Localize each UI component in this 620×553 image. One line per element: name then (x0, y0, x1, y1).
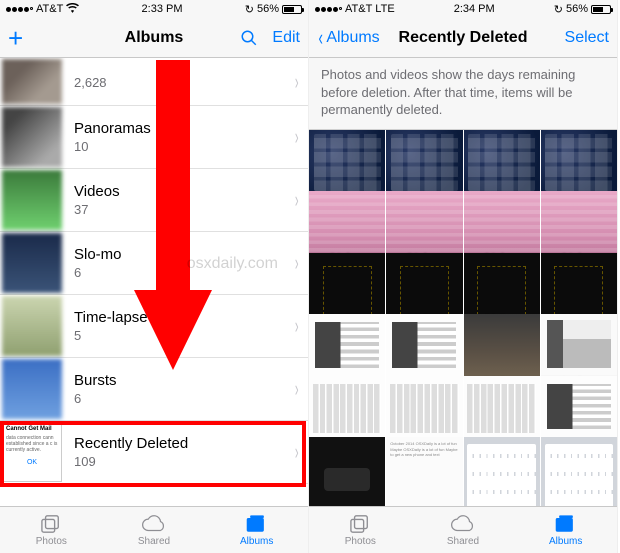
album-name: Slo-mo (74, 246, 293, 263)
photo-cell[interactable] (541, 437, 617, 506)
rotation-lock-icon: ↻ (554, 3, 563, 16)
battery-percent: 56% (566, 3, 588, 15)
tab-label: Photos (36, 536, 67, 547)
tab-albums[interactable]: Albums (514, 507, 617, 553)
cloud-icon (450, 513, 476, 535)
album-row[interactable]: Time-lapse 5 › (0, 295, 308, 358)
album-name: Videos (74, 183, 293, 200)
photo-cell[interactable] (464, 437, 540, 506)
chevron-right-icon: › (295, 376, 299, 402)
album-name: Panoramas (74, 120, 293, 137)
tab-shared[interactable]: Shared (412, 507, 515, 553)
album-count: 109 (74, 454, 293, 469)
tab-albums[interactable]: Albums (205, 507, 308, 553)
tab-label: Albums (240, 536, 273, 547)
chevron-right-icon: › (295, 313, 299, 339)
album-row[interactable]: Slo-mo 6 › (0, 232, 308, 295)
album-count: 2,628 (74, 75, 293, 90)
tab-label: Albums (549, 536, 582, 547)
edit-button[interactable]: Edit (272, 29, 300, 47)
album-thumbnail (2, 107, 62, 167)
photo-grid[interactable]: 26 days 26 days 26 days 26 days 24 days … (309, 130, 617, 506)
tab-photos[interactable]: Photos (0, 507, 103, 553)
chevron-right-icon: › (295, 439, 299, 465)
albums-icon (553, 513, 579, 535)
battery-icon (282, 5, 302, 14)
info-banner: Photos and videos show the days remainin… (309, 58, 617, 130)
album-name: Bursts (74, 372, 293, 389)
photo-cell[interactable]: October 2014 OSXDaily is a lot of fun Ma… (386, 437, 462, 506)
album-thumbnail (2, 233, 62, 293)
network-label: LTE (375, 3, 394, 15)
tab-bar: Photos Shared Albums (309, 506, 617, 553)
album-count: 6 (74, 391, 293, 406)
chevron-left-icon: ‹ (318, 27, 322, 49)
battery-icon (591, 5, 611, 14)
tab-photos[interactable]: Photos (309, 507, 412, 553)
status-time: 2:33 PM (142, 3, 183, 15)
nav-bar: + Albums Edit (0, 18, 308, 58)
photo-cell[interactable] (309, 437, 385, 506)
carrier-label: AT&T (345, 3, 372, 15)
signal-icon (315, 7, 342, 12)
albums-screen: AT&T 2:33 PM ↻ 56% + Albums Edit 2,628 (0, 0, 309, 553)
album-row[interactable]: Panoramas 10 › (0, 106, 308, 169)
status-bar: AT&T LTE 2:34 PM ↻ 56% (309, 0, 617, 18)
album-thumbnail (2, 59, 62, 104)
album-name: Recently Deleted (74, 435, 293, 452)
chevron-right-icon: › (295, 124, 299, 150)
chevron-right-icon: › (295, 187, 299, 213)
album-count: 5 (74, 328, 293, 343)
signal-icon (6, 7, 33, 12)
album-row[interactable]: Bursts 6 › (0, 358, 308, 421)
photos-icon (347, 513, 373, 535)
recently-deleted-screen: AT&T LTE 2:34 PM ↻ 56% ‹ Albums Recently… (309, 0, 618, 553)
cloud-icon (141, 513, 167, 535)
albums-list[interactable]: 2,628 › Panoramas 10 › Videos 37 › Slo-m… (0, 58, 308, 506)
status-time: 2:34 PM (454, 3, 495, 15)
tab-label: Shared (138, 536, 170, 547)
rotation-lock-icon: ↻ (245, 3, 254, 16)
photos-icon (38, 513, 64, 535)
album-row-recently-deleted[interactable]: Cannot Get Mail data connection cann est… (0, 421, 308, 484)
album-row[interactable]: 2,628 › (0, 58, 308, 106)
album-thumbnail (2, 296, 62, 356)
status-bar: AT&T 2:33 PM ↻ 56% (0, 0, 308, 18)
chevron-right-icon: › (295, 69, 299, 95)
albums-icon (244, 513, 270, 535)
add-album-button[interactable]: + (8, 25, 23, 51)
tab-label: Photos (345, 536, 376, 547)
select-button[interactable]: Select (565, 29, 609, 47)
album-name: Time-lapse (74, 309, 293, 326)
album-count: 10 (74, 139, 293, 154)
album-count: 37 (74, 202, 293, 217)
tab-shared[interactable]: Shared (103, 507, 206, 553)
tab-label: Shared (447, 536, 479, 547)
album-thumbnail: Cannot Get Mail data connection cann est… (2, 422, 62, 482)
search-button[interactable] (240, 29, 258, 47)
album-row[interactable]: Videos 37 › (0, 169, 308, 232)
album-count: 6 (74, 265, 293, 280)
wifi-icon (66, 3, 79, 16)
nav-bar: ‹ Albums Recently Deleted Select (309, 18, 617, 58)
tab-bar: Photos Shared Albums (0, 506, 308, 553)
battery-percent: 56% (257, 3, 279, 15)
album-thumbnail (2, 359, 62, 419)
carrier-label: AT&T (36, 3, 63, 15)
back-button[interactable]: ‹ Albums (317, 27, 380, 49)
chevron-right-icon: › (295, 250, 299, 276)
album-thumbnail (2, 170, 62, 230)
